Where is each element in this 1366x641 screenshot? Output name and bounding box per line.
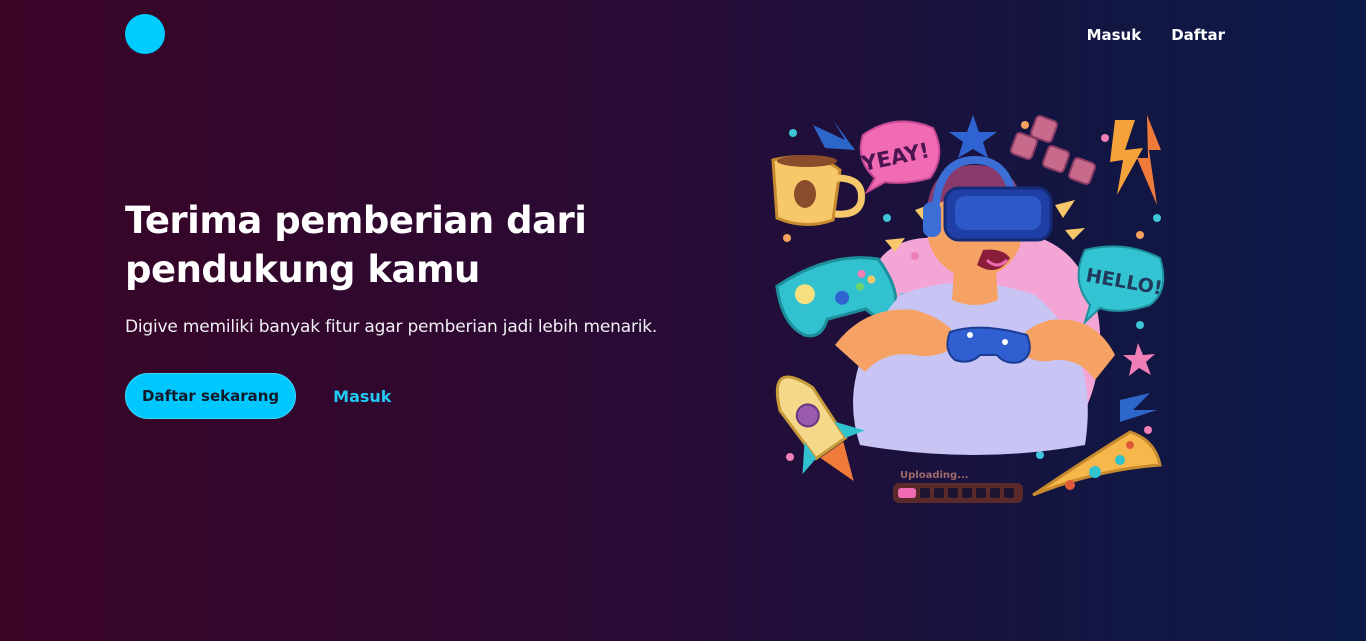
hero-subtitle: Digive memiliki banyak fitur agar pember… [125,317,658,337]
login-link[interactable]: Masuk [333,387,391,406]
gamer-illustration: YEAY! HELLO! Uploading... [771,115,1165,503]
uploading-label: Uploading... [900,470,969,481]
pink-star-icon [1123,343,1155,376]
cta-row: Daftar sekarang Masuk [125,373,685,419]
hello-bubble: HELLO! [1077,245,1165,326]
lightning-icon [1110,115,1161,205]
hero-title-line2: pendukung kamu [125,248,480,291]
nav-register-link[interactable]: Daftar [1171,25,1225,45]
register-now-button[interactable]: Daftar sekarang [125,373,297,419]
coffee-mug-icon [771,155,865,226]
top-nav: Masuk Daftar [1087,25,1225,45]
hero-section: Terima pemberian dari pendukung kamu Dig… [125,196,685,419]
yeay-bubble: YEAY! [859,120,941,195]
hero-title-line1: Terima pemberian dari [125,199,587,242]
logo[interactable] [125,14,165,54]
uploading-progress: Uploading... [893,470,1023,503]
star-icon [949,115,997,158]
hero-title: Terima pemberian dari pendukung kamu [125,196,685,294]
swoosh-icon [813,120,855,150]
nav-login-link[interactable]: Masuk [1087,25,1142,45]
